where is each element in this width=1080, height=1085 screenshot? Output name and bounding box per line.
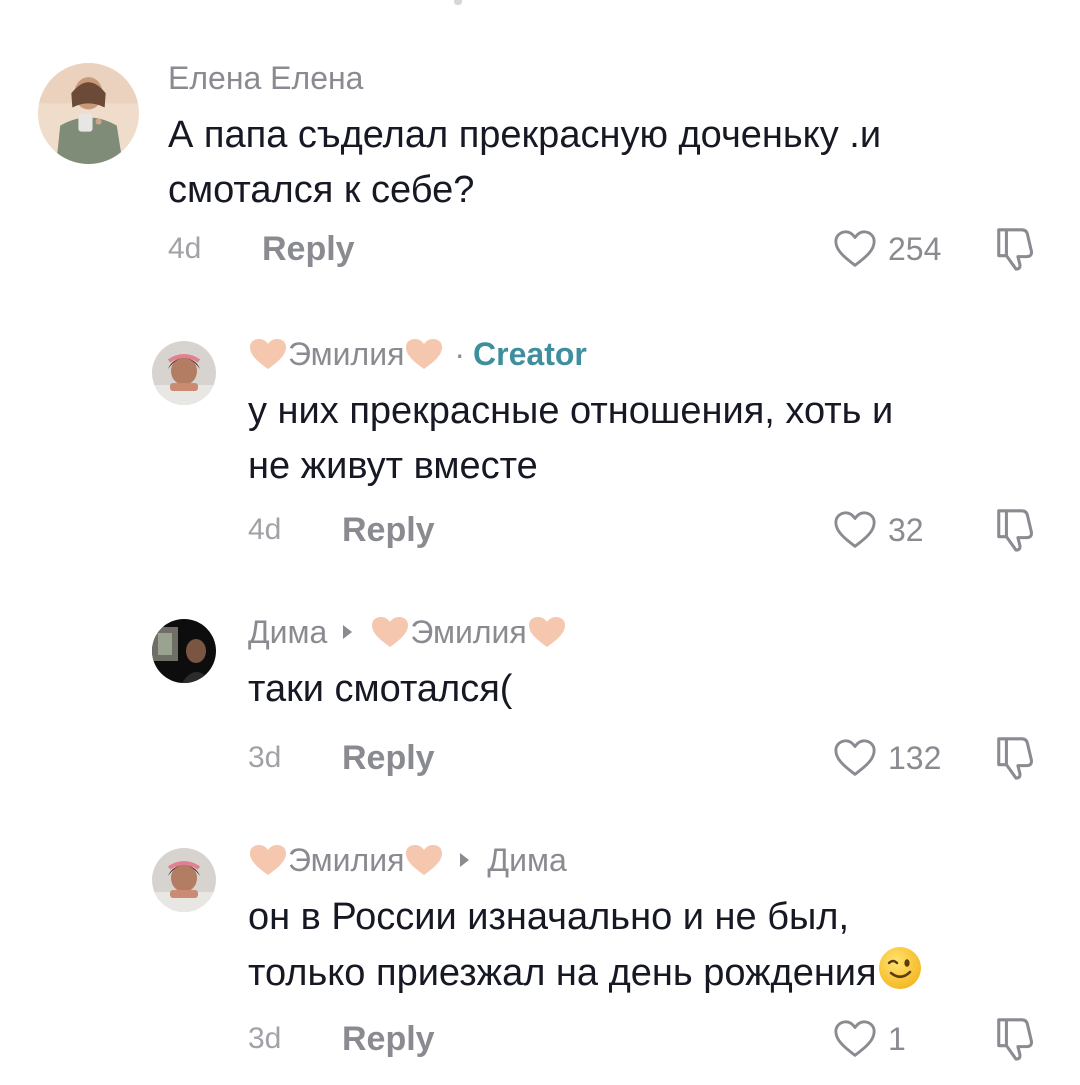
comment-text-line: А папа съделал прекрасную доченьку .и xyxy=(168,114,882,156)
reply-button[interactable]: Reply xyxy=(262,230,355,269)
comment-author[interactable]: Елена Елена xyxy=(168,58,881,98)
play-triangle-icon xyxy=(343,625,353,639)
peach-heart-emoji xyxy=(404,337,444,371)
reply-to-name[interactable]: Дима xyxy=(487,842,566,879)
like-button[interactable]: 1 xyxy=(832,1014,906,1064)
comment-text-line: только приезжал на день рождения xyxy=(248,952,877,994)
avatar[interactable] xyxy=(152,848,216,912)
peach-heart-emoji xyxy=(248,337,288,371)
comment-time: 3d xyxy=(248,741,282,774)
thumbs-down-icon[interactable] xyxy=(993,733,1039,781)
reply-button[interactable]: Reply xyxy=(342,739,435,778)
comment-text-line: таки смотался( xyxy=(248,668,513,710)
heart-outline-icon[interactable] xyxy=(832,507,878,553)
peach-heart-emoji xyxy=(527,615,567,649)
comment-text-line: смотался к себе? xyxy=(168,169,475,211)
like-count: 132 xyxy=(888,739,942,776)
top-divider-fragment xyxy=(454,0,462,5)
avatar[interactable] xyxy=(38,63,139,164)
like-count: 32 xyxy=(888,511,924,548)
thumbs-down-icon[interactable] xyxy=(993,224,1039,272)
reply-to-name[interactable]: Эмилия xyxy=(410,614,526,651)
heart-outline-icon[interactable] xyxy=(832,735,878,781)
play-triangle-icon xyxy=(460,853,470,867)
like-count: 254 xyxy=(888,230,942,267)
heart-outline-icon[interactable] xyxy=(832,1016,878,1062)
peach-heart-emoji xyxy=(370,615,410,649)
peach-heart-emoji xyxy=(248,843,288,877)
creator-badge: Creator xyxy=(473,335,587,372)
reply-button[interactable]: Reply xyxy=(342,511,435,550)
like-button[interactable]: 132 xyxy=(832,733,941,783)
comment-text-line: не живут вместе xyxy=(248,445,538,487)
like-button[interactable]: 254 xyxy=(832,224,941,274)
avatar[interactable] xyxy=(152,341,216,405)
separator-dot: · xyxy=(454,335,466,372)
winking-face-emoji xyxy=(877,945,923,991)
thumbs-down-icon[interactable] xyxy=(993,1014,1039,1062)
comment-author[interactable]: Дима xyxy=(248,614,327,651)
thumbs-down-icon[interactable] xyxy=(993,505,1039,553)
comment-time: 3d xyxy=(248,1022,282,1055)
comment-time: 4d xyxy=(168,232,202,265)
comment-author[interactable]: Эмилия xyxy=(288,842,404,879)
comment-text-line: у них прекрасные отношения, хоть и xyxy=(248,390,894,432)
like-count: 1 xyxy=(888,1020,906,1057)
heart-outline-icon[interactable] xyxy=(832,226,878,272)
comment-author[interactable]: Эмилия xyxy=(288,336,404,373)
comment-time: 4d xyxy=(248,513,282,546)
peach-heart-emoji xyxy=(404,843,444,877)
reply-button[interactable]: Reply xyxy=(342,1020,435,1059)
avatar[interactable] xyxy=(152,619,216,683)
comment-text-line: он в России изначально и не был, xyxy=(248,896,850,938)
like-button[interactable]: 32 xyxy=(832,505,924,555)
